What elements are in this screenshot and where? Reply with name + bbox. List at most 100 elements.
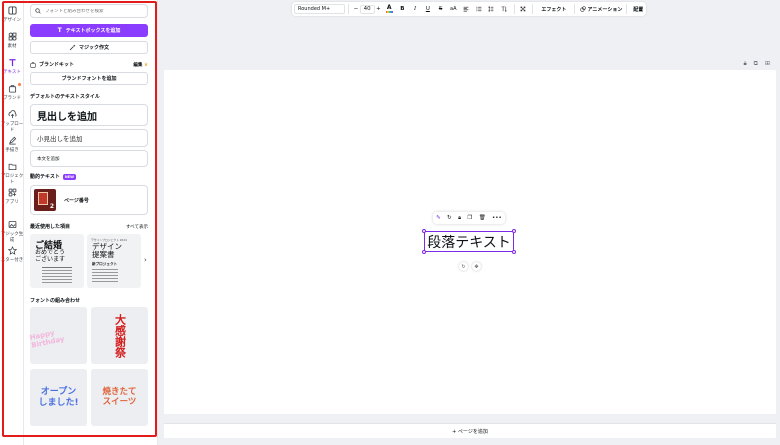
font-combo-thanksgiving[interactable]: 大感謝祭 xyxy=(91,307,148,364)
page-number-card[interactable]: 2 ページ番号 xyxy=(30,185,148,215)
font-search-box[interactable] xyxy=(30,4,148,18)
lock-icon[interactable]: 🔒︎ xyxy=(458,215,461,222)
add-page-icon[interactable]: ⊞ xyxy=(765,60,770,68)
rail-item-magic-media[interactable]: マジック生成 xyxy=(0,220,24,243)
text-icon xyxy=(8,59,16,67)
brand-edit-label: 編集 xyxy=(133,62,143,68)
transparency-button[interactable] xyxy=(518,2,530,16)
add-brand-font-label: ブランドフォントを追加 xyxy=(61,76,117,82)
add-page-bar[interactable]: + ページを追加 xyxy=(164,423,776,438)
font-combo-sweets[interactable]: 焼きたて スイーツ xyxy=(91,369,148,426)
recent-template-wedding[interactable]: ご結婚 おめでとう ございます xyxy=(30,234,84,288)
default-styles-heading: デフォルトのテキストスタイル xyxy=(30,93,148,100)
align-left-icon xyxy=(463,6,469,12)
magic-media-icon xyxy=(8,220,16,229)
text-icon: T xyxy=(57,27,62,34)
rail-item-elements[interactable]: 素材 xyxy=(0,32,24,49)
trash-icon[interactable]: 🗑︎ xyxy=(479,215,486,221)
notification-dot xyxy=(18,83,21,86)
strikethrough-button[interactable]: S xyxy=(434,2,447,16)
list-button[interactable] xyxy=(472,2,485,16)
magic-write-button[interactable]: マジック作文 xyxy=(30,41,148,54)
rail-label: 手描き xyxy=(5,148,19,153)
divider xyxy=(513,4,515,14)
thumbnail-page xyxy=(38,192,48,205)
chevron-right-icon[interactable]: › xyxy=(144,256,147,264)
color-bar xyxy=(385,11,393,13)
add-textbox-button[interactable]: T テキストボックスを追加 xyxy=(30,24,148,37)
spacing-button[interactable] xyxy=(485,2,498,16)
add-brand-font-button[interactable]: ブランドフォントを追加 xyxy=(30,72,148,85)
page-number-thumbnail: 2 xyxy=(34,189,56,211)
move-handle[interactable]: ✥ xyxy=(472,262,481,271)
resize-handle[interactable] xyxy=(512,229,516,233)
duplicate-page-icon[interactable]: ⧉ xyxy=(754,60,758,68)
placeholder-lines xyxy=(92,269,118,270)
see-all-link[interactable]: すべて表示 xyxy=(126,224,148,230)
rail-label: アップロード xyxy=(0,122,24,133)
font-combo-open[interactable]: オープン しました! xyxy=(30,369,87,426)
star-icon xyxy=(7,246,17,255)
resize-handle[interactable] xyxy=(422,250,426,254)
align-button[interactable] xyxy=(460,2,473,16)
upload-icon xyxy=(8,110,17,119)
rail-item-design[interactable]: デザイン xyxy=(0,6,24,23)
rail-item-apps[interactable]: アプリ xyxy=(0,188,24,205)
add-body-button[interactable]: 本文を追加 xyxy=(30,150,148,167)
rotate-handle[interactable]: ↻ xyxy=(459,262,468,271)
search-input[interactable] xyxy=(45,8,145,14)
rail-item-text[interactable]: テキスト xyxy=(0,58,24,75)
resize-handle[interactable] xyxy=(422,229,426,233)
rail-item-projects[interactable]: プロジェクト xyxy=(0,162,24,185)
vertical-text-button[interactable] xyxy=(498,2,511,16)
rail-label: テキスト xyxy=(3,70,21,75)
body-label: 本文を追加 xyxy=(37,156,60,162)
font-size-decrease-button[interactable]: − xyxy=(352,2,360,16)
animate-button[interactable]: アニメーション xyxy=(578,2,623,16)
text-color-button[interactable]: A xyxy=(382,2,396,16)
apps-icon xyxy=(8,188,16,197)
rail-label: プロジェクト xyxy=(0,174,24,185)
divider xyxy=(532,4,534,14)
placeholder-lines xyxy=(42,267,72,268)
divider xyxy=(574,4,576,14)
thumbnail-number: 2 xyxy=(49,203,54,210)
letter-case-button[interactable]: aA xyxy=(447,2,460,16)
elements-icon xyxy=(8,32,17,41)
add-textbox-label: テキストボックスを追加 xyxy=(65,28,121,34)
magic-write-label: マジック作文 xyxy=(78,45,109,51)
add-subheading-button[interactable]: 小見出しを追加 xyxy=(30,129,148,147)
lock-icon[interactable]: 🔒︎ xyxy=(743,60,746,68)
duplicate-icon[interactable]: ❐ xyxy=(467,215,472,221)
rail-item-draw[interactable]: 手描き xyxy=(0,136,24,153)
heading-label: 見出しを追加 xyxy=(37,111,97,123)
brand-edit-link[interactable]: 編集 ♛ xyxy=(133,62,148,68)
italic-button[interactable]: I xyxy=(409,2,422,16)
recent-template-proposal[interactable]: デザインプロジェクト 2024 デザイン 提案書 新プロジェクト xyxy=(87,234,141,288)
rail-item-brand[interactable]: ブランド xyxy=(0,83,24,101)
project-icon xyxy=(8,163,16,171)
divider xyxy=(626,4,628,14)
canvas-text[interactable]: 段落テキスト xyxy=(427,232,511,252)
selected-text-element[interactable]: 段落テキスト xyxy=(422,229,516,254)
font-family-dropdown[interactable]: Rounded M+ xyxy=(294,4,345,14)
list-icon xyxy=(476,6,482,12)
more-icon[interactable]: ••• xyxy=(492,215,502,221)
rail-item-upload[interactable]: アップロード xyxy=(0,110,24,133)
font-combo-birthday[interactable]: Happy Birthday xyxy=(29,307,87,364)
underline-button[interactable]: U xyxy=(421,2,434,16)
add-heading-button[interactable]: 見出しを追加 xyxy=(30,104,148,126)
position-button[interactable]: 配置 xyxy=(630,2,646,16)
effects-button[interactable]: エフェクト xyxy=(536,2,571,16)
bold-button[interactable]: B xyxy=(396,2,409,16)
font-size-increase-button[interactable]: + xyxy=(375,2,383,16)
animate-icon xyxy=(579,6,586,12)
line-spacing-icon xyxy=(488,6,494,12)
magic-edit-icon[interactable]: ✎ xyxy=(436,215,441,221)
rail-item-starred[interactable]: スター付き xyxy=(0,246,24,263)
font-size-input[interactable]: 40 xyxy=(359,4,375,14)
rotate-icon[interactable]: ↻ xyxy=(447,215,452,221)
effects-label: エフェクト xyxy=(541,6,567,13)
animate-label: アニメーション xyxy=(587,6,623,13)
resize-handle[interactable] xyxy=(512,250,516,254)
